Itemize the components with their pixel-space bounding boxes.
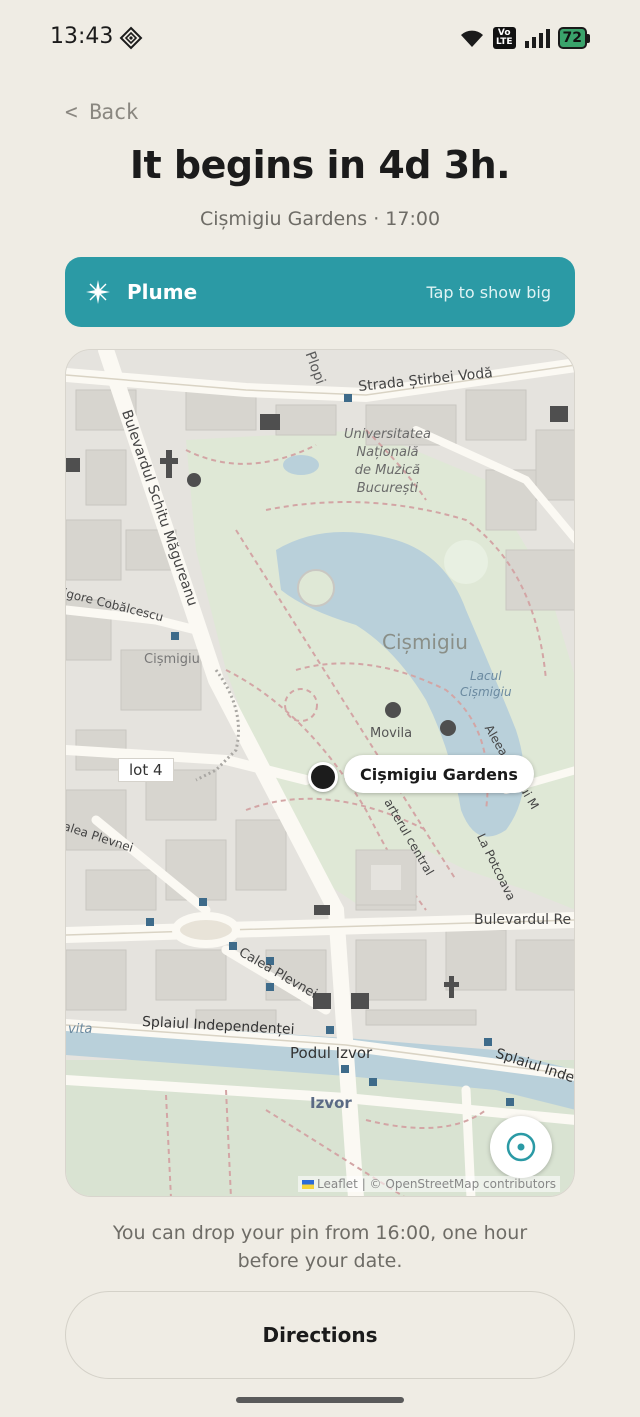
lake-island <box>297 569 335 607</box>
map-label-bulevardul: Bulevardul Re <box>474 912 572 928</box>
status-time: 13:43 <box>50 24 114 49</box>
map-label-lacul: Lacul Cișmigiu <box>460 669 512 699</box>
status-bar: 13:43 Vo LTE 72 <box>0 0 640 76</box>
app-notification-icon <box>119 26 143 50</box>
battery-charging-icon: 72 <box>557 27 590 49</box>
directions-button[interactable]: Directions <box>65 1291 575 1379</box>
map-label-vita: vita <box>68 1022 93 1037</box>
map-label-cismigiu-small: Cișmigiu <box>144 652 200 667</box>
battery-level: 72 <box>557 27 587 49</box>
plume-label: Plume <box>127 280 198 304</box>
map-label-lot: lot 4 <box>118 758 174 782</box>
map-label-izvor: Izvor <box>310 1094 352 1112</box>
volte-icon: Vo LTE <box>492 27 516 49</box>
sparkle-icon <box>86 280 110 304</box>
wifi-icon <box>460 30 483 47</box>
plume-banner[interactable]: Plume Tap to show big <box>65 257 575 327</box>
map[interactable]: Plopi Strada Știrbei Vodă Bulevardul Sch… <box>65 349 575 1197</box>
plume-hint: Tap to show big <box>426 282 551 302</box>
map-attribution[interactable]: Leaflet | © OpenStreetMap contributors <box>298 1176 560 1192</box>
home-indicator[interactable] <box>236 1397 404 1403</box>
target-icon <box>506 1132 536 1162</box>
locate-me-button[interactable] <box>490 1116 552 1178</box>
map-label-university: Universitatea Națională de Muzică Bucure… <box>344 427 431 496</box>
signal-icon <box>524 29 550 48</box>
map-label-cismigiu: Cișmigiu <box>382 630 468 654</box>
page-title: It begins in 4d 3h. <box>129 143 511 187</box>
location-pin[interactable] <box>308 762 338 792</box>
back-button[interactable]: < Back <box>65 100 138 124</box>
date-location-subtitle: Cișmigiu Gardens · 17:00 <box>199 208 441 230</box>
map-label-podul: Podul Izvor <box>290 1044 373 1062</box>
pin-label: Cișmigiu Gardens <box>344 755 534 793</box>
ukraine-flag-icon <box>302 1180 315 1189</box>
status-icons: Vo LTE 72 <box>459 24 590 52</box>
map-label-movila: Movila <box>370 726 413 741</box>
pin-drop-note: You can drop your pin from 16:00, one ho… <box>112 1222 528 1272</box>
